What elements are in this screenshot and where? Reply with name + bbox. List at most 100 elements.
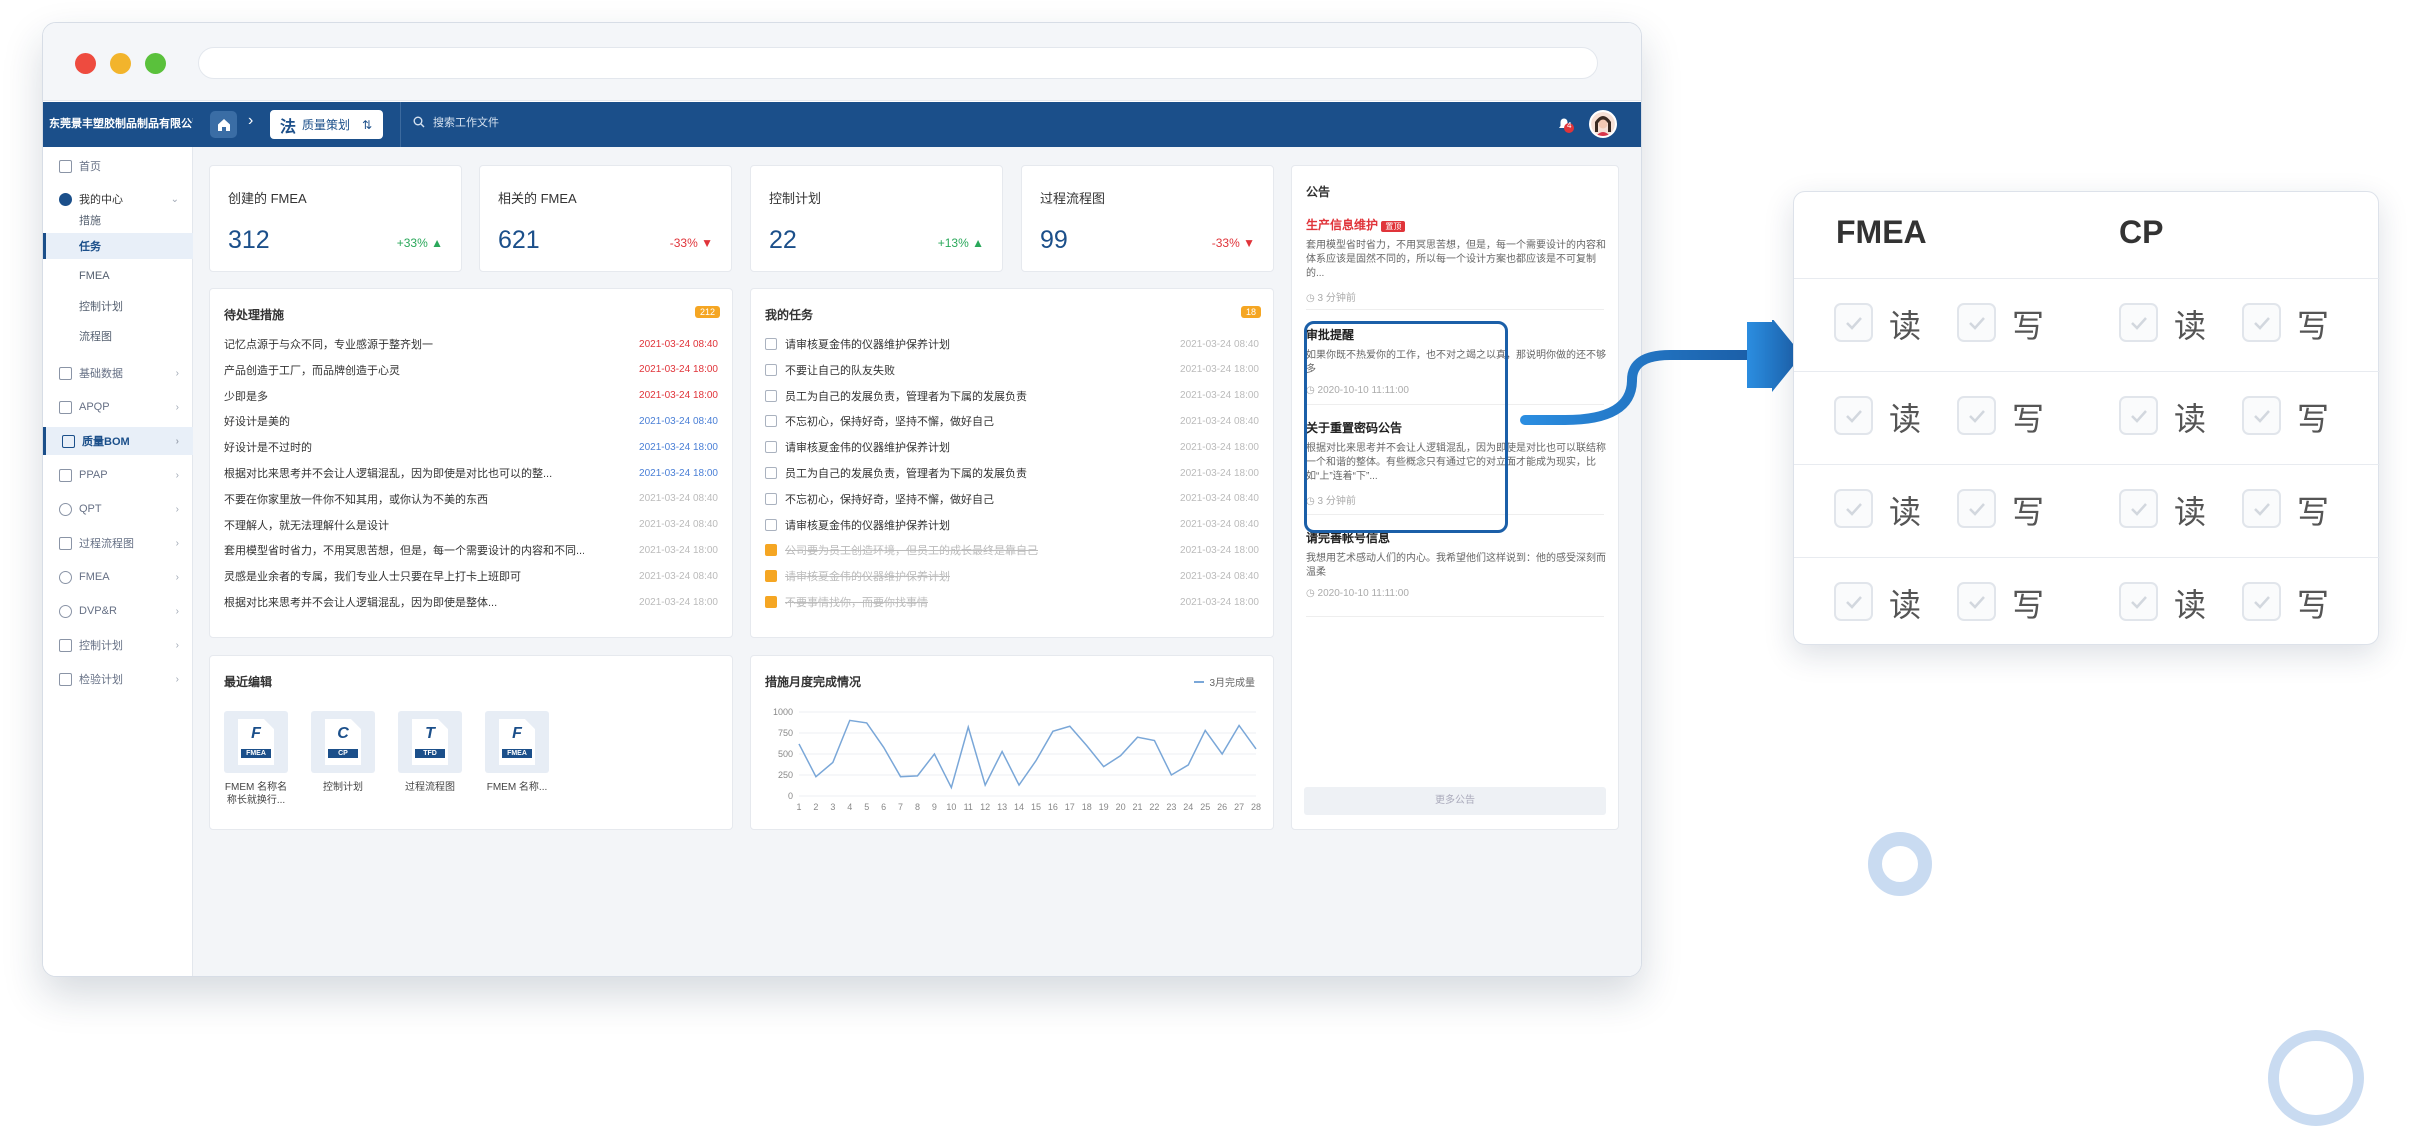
check-icon [1845, 316, 1862, 330]
sidebar-item-inspection-plan[interactable]: 检验计划 › [43, 665, 193, 693]
nav-divider [400, 102, 401, 147]
sidebar-item-label: FMEA [79, 571, 110, 583]
permission-checkbox[interactable] [2242, 303, 2281, 342]
home-button[interactable] [210, 111, 237, 138]
sidebar-item-label: QPT [79, 503, 102, 515]
stat-card-control-plan[interactable]: 控制计划 22 +13% ▲ [750, 165, 1003, 272]
permission-checkbox[interactable] [2119, 582, 2158, 621]
main-content: 创建的 FMEA 312 +33% ▲ 相关的 FMEA 621 -33% ▼ … [193, 147, 1641, 976]
announcement-item[interactable]: 请完善帐号信息 我想用艺术感动人们的内心。我希望他们这样说到：他的感受深刻而温柔… [1306, 529, 1606, 599]
task-checkbox[interactable] [765, 570, 777, 583]
permission-checkbox[interactable] [1834, 582, 1873, 621]
permission-checkbox[interactable] [1957, 582, 1996, 621]
announcement-title: 生产信息维护 [1306, 218, 1379, 232]
task-checkbox[interactable] [765, 415, 777, 428]
task-checkbox[interactable] [765, 338, 777, 350]
sidebar-item-process-flow[interactable]: 过程流程图 › [43, 529, 193, 557]
search-input[interactable]: 搜索工作文件 [413, 114, 499, 130]
permission-checkbox[interactable] [2242, 489, 2281, 528]
module-selector[interactable]: 法 质量策划 ⇅ [270, 110, 383, 139]
task-row[interactable]: 不要事情找你，而要你找事情 2021-03-24 18:00 [765, 592, 1259, 612]
permission-row: 读写读写 [1794, 278, 2380, 371]
maximize-dot[interactable] [145, 53, 166, 74]
permission-checkbox[interactable] [1957, 489, 1996, 528]
more-announcements-button[interactable]: 更多公告 [1304, 787, 1606, 815]
sidebar-item-home[interactable]: 首页 [43, 152, 193, 180]
task-row[interactable]: 不忘初心，保持好奇，坚持不懈，做好自己 2021-03-24 08:40 [765, 489, 1259, 509]
permission-checkbox[interactable] [2119, 396, 2158, 435]
row-date: 2021-03-24 18:00 [639, 544, 718, 556]
recent-file[interactable]: C CP 控制计划 [311, 711, 375, 794]
table-row[interactable]: 产品创造于工厂，而品牌创造于心灵 2021-03-24 18:00 [224, 360, 718, 380]
sidebar-sub-tasks[interactable]: 任务 [43, 233, 193, 259]
minimize-dot[interactable] [110, 53, 131, 74]
address-bar[interactable] [198, 47, 1598, 79]
table-row[interactable]: 灵感是业余者的专属，我们专业人士只要在早上打卡上班即可 2021-03-24 08… [224, 566, 718, 586]
task-checkbox[interactable] [765, 441, 777, 454]
row-date: 2021-03-24 08:40 [1180, 338, 1259, 350]
table-row[interactable]: 套用模型省时省力，不用冥思苦想，但是，每一个需要设计的内容和不同... 2021-… [224, 540, 718, 560]
permission-checkbox[interactable] [2242, 396, 2281, 435]
permission-checkbox[interactable] [1957, 303, 1996, 342]
permission-checkbox[interactable] [1957, 396, 1996, 435]
announcement-item[interactable]: 生产信息维护 置顶 套用模型省时省力，不用冥思苦想，但是，每一个需要设计的内容和… [1306, 216, 1606, 304]
recent-file[interactable]: T TFD 过程流程图 [398, 711, 462, 794]
avatar[interactable] [1589, 110, 1617, 138]
task-checkbox[interactable] [765, 492, 777, 505]
task-row[interactable]: 请审核夏金伟的仪器维护保养计划 2021-03-24 18:00 [765, 437, 1259, 457]
sidebar-item-qpt[interactable]: QPT › [43, 495, 193, 523]
table-row[interactable]: 好设计是美的 2021-03-24 08:40 [224, 411, 718, 431]
task-row[interactable]: 不忘初心，保持好奇，坚持不懈，做好自己 2021-03-24 08:40 [765, 411, 1259, 431]
sidebar-item-ppap[interactable]: PPAP › [43, 461, 193, 489]
sidebar-item-fmea[interactable]: FMEA › [43, 563, 193, 591]
notification-button[interactable]: 4 [1555, 114, 1575, 139]
sidebar-item-apqp[interactable]: APQP › [43, 393, 193, 421]
sidebar-item-quality-bom[interactable]: 质量BOM › [43, 427, 193, 455]
table-row[interactable]: 不要在你家里放一件你不知其用，或你认为不美的东西 2021-03-24 08:40 [224, 489, 718, 509]
sidebar-sub-control-plan[interactable]: 控制计划 [43, 293, 193, 319]
permission-checkbox[interactable] [2242, 582, 2281, 621]
row-text: 记忆点源于与众不同，专业感源于整齐划一 [224, 339, 433, 351]
task-row[interactable]: 公司要为员工创造环境，但员工的成长最终是靠自己 2021-03-24 18:00 [765, 540, 1259, 560]
stat-card-process-flow[interactable]: 过程流程图 99 -33% ▼ [1021, 165, 1274, 272]
sidebar-sub-fmea[interactable]: FMEA [43, 263, 193, 289]
task-row[interactable]: 不要让自己的队友失败 2021-03-24 18:00 [765, 360, 1259, 380]
recent-file[interactable]: F FMEA FMEM 名称... [485, 711, 549, 794]
permission-checkbox[interactable] [2119, 303, 2158, 342]
recent-file[interactable]: F FMEA FMEM 名称名称长就换行... [224, 711, 288, 807]
permission-checkbox[interactable] [1834, 303, 1873, 342]
task-checkbox[interactable] [765, 518, 777, 531]
stat-card-related-fmea[interactable]: 相关的 FMEA 621 -33% ▼ [479, 165, 732, 272]
permission-checkbox[interactable] [2119, 489, 2158, 528]
company-name: 东莞景丰塑胶制品制品有限公司 [49, 118, 193, 130]
sidebar-item-control-plan[interactable]: 控制计划 › [43, 631, 193, 659]
table-row[interactable]: 记忆点源于与众不同，专业感源于整齐划一 2021-03-24 08:40 [224, 334, 718, 354]
sidebar-item-dvpr[interactable]: DVP&R › [43, 597, 193, 625]
table-row[interactable]: 少即是多 2021-03-24 18:00 [224, 386, 718, 406]
table-row[interactable]: 根据对比来思考并不会让人逻辑混乱，因为即使是整体... 2021-03-24 18… [224, 592, 718, 612]
card-title: 待处理措施 [224, 308, 285, 322]
chevron-right-icon: › [175, 367, 179, 379]
task-row[interactable]: 请审核夏金伟的仪器维护保养计划 2021-03-24 08:40 [765, 334, 1259, 354]
sidebar-item-base-data[interactable]: 基础数据 › [43, 359, 193, 387]
task-checkbox[interactable] [765, 467, 777, 479]
task-checkbox[interactable] [765, 363, 777, 376]
highlight-frame [1304, 321, 1508, 533]
task-checkbox[interactable] [765, 389, 777, 402]
sidebar-sub-measures[interactable]: 措施 [43, 207, 193, 233]
task-checkbox[interactable] [765, 596, 777, 608]
table-row[interactable]: 根据对比来思考并不会让人逻辑混乱，因为即使是对比也可以的整... 2021-03-… [224, 463, 718, 483]
task-row[interactable]: 请审核夏金伟的仪器维护保养计划 2021-03-24 08:40 [765, 515, 1259, 535]
table-row[interactable]: 好设计是不过时的 2021-03-24 18:00 [224, 437, 718, 457]
task-row[interactable]: 员工为自己的发展负责，管理者为下属的发展负责 2021-03-24 18:00 [765, 463, 1259, 483]
task-row[interactable]: 员工为自己的发展负责，管理者为下属的发展负责 2021-03-24 18:00 [765, 386, 1259, 406]
stat-card-created-fmea[interactable]: 创建的 FMEA 312 +33% ▲ [209, 165, 462, 272]
permission-checkbox[interactable] [1834, 396, 1873, 435]
task-row[interactable]: 请审核夏金伟的仪器维护保养计划 2021-03-24 08:40 [765, 566, 1259, 586]
table-row[interactable]: 不理解人，就无法理解什么是设计 2021-03-24 08:40 [224, 515, 718, 535]
permission-checkbox[interactable] [1834, 489, 1873, 528]
stat-value: 312 [228, 226, 270, 254]
task-checkbox[interactable] [765, 544, 777, 557]
close-dot[interactable] [75, 53, 96, 74]
sidebar-sub-flowchart[interactable]: 流程图 [43, 323, 193, 349]
